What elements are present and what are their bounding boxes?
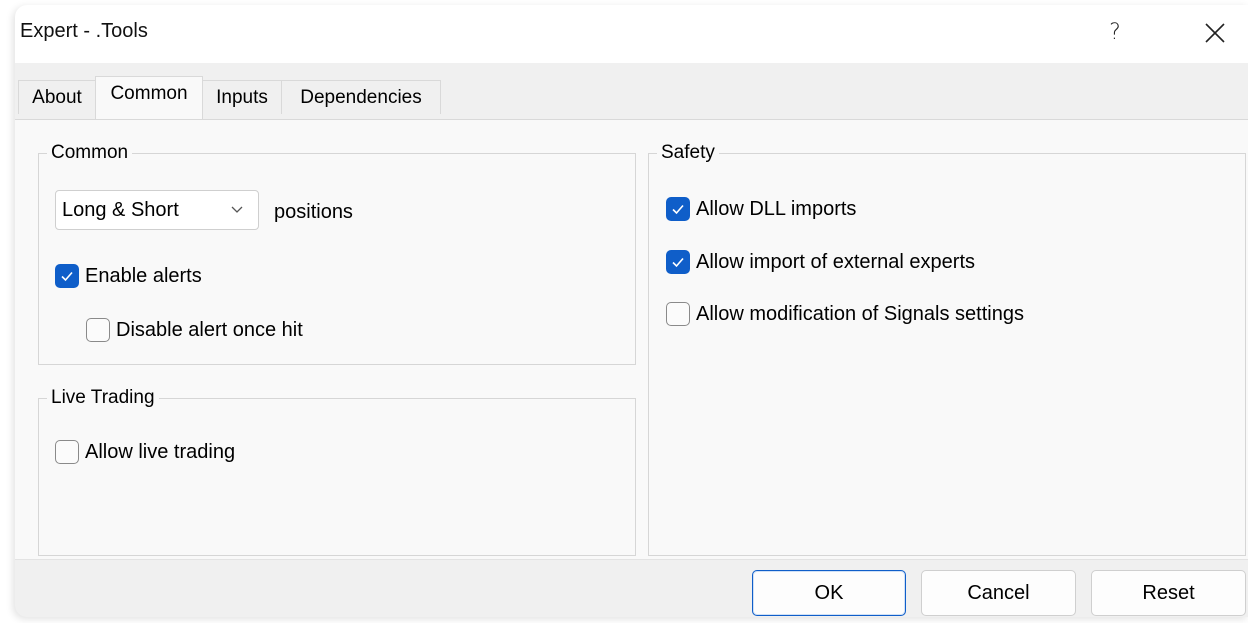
close-button[interactable] (1195, 15, 1235, 51)
allow-import-external-experts-checkbox[interactable]: Allow import of external experts (666, 250, 975, 274)
checkbox-unchecked-icon (55, 440, 79, 464)
checkbox-checked-icon (55, 264, 79, 288)
allow-live-trading-label: Allow live trading (85, 441, 236, 463)
common-group-title: Common (47, 142, 133, 164)
allow-live-trading-checkbox[interactable]: Allow live trading (55, 440, 235, 464)
allow-modify-signals-label: Allow modification of Signals settings (696, 303, 1024, 325)
position-mode-value: Long & Short (62, 199, 179, 221)
title-bar: Expert - .Tools ? (15, 5, 1248, 63)
safety-group-title: Safety (657, 142, 719, 164)
disable-alert-once-hit-checkbox[interactable]: Disable alert once hit (86, 318, 303, 342)
expert-properties-dialog: Expert - .Tools ? About Common Inputs De… (15, 5, 1248, 617)
tab-dependencies[interactable]: Dependencies (281, 80, 441, 114)
allow-modify-signals-checkbox[interactable]: Allow modification of Signals settings (666, 302, 1024, 326)
cancel-button[interactable]: Cancel (921, 570, 1076, 616)
reset-button[interactable]: Reset (1091, 570, 1246, 616)
positions-label: positions (274, 201, 353, 223)
checkbox-unchecked-icon (86, 318, 110, 342)
tab-panel-common: Common Long & Short positions Enable ale… (15, 119, 1248, 560)
checkbox-checked-icon (666, 197, 690, 221)
allow-dll-imports-label: Allow DLL imports (696, 198, 857, 220)
tab-inputs[interactable]: Inputs (202, 80, 282, 114)
safety-groupbox: Safety Allow DLL imports Allow import of… (648, 142, 1246, 556)
live-trading-groupbox: Live Trading Allow live trading (38, 387, 636, 556)
tab-about[interactable]: About (18, 80, 96, 114)
chevron-down-icon (231, 206, 243, 213)
checkbox-unchecked-icon (666, 302, 690, 326)
allow-import-external-experts-label: Allow import of external experts (696, 251, 976, 273)
tab-strip: About Common Inputs Dependencies (15, 63, 1248, 120)
common-groupbox: Common Long & Short positions Enable ale… (38, 142, 636, 365)
disable-alert-once-hit-label: Disable alert once hit (116, 319, 303, 341)
close-icon (1205, 23, 1225, 43)
enable-alerts-label: Enable alerts (85, 265, 202, 287)
allow-dll-imports-checkbox[interactable]: Allow DLL imports (666, 197, 856, 221)
window-title: Expert - .Tools (20, 20, 148, 42)
ok-button[interactable]: OK (752, 570, 906, 616)
tab-common[interactable]: Common (95, 76, 203, 119)
live-trading-group-title: Live Trading (47, 387, 159, 409)
checkbox-checked-icon (666, 250, 690, 274)
help-button[interactable]: ? (1097, 15, 1133, 51)
enable-alerts-checkbox[interactable]: Enable alerts (55, 264, 202, 288)
position-mode-select[interactable]: Long & Short (55, 190, 259, 230)
